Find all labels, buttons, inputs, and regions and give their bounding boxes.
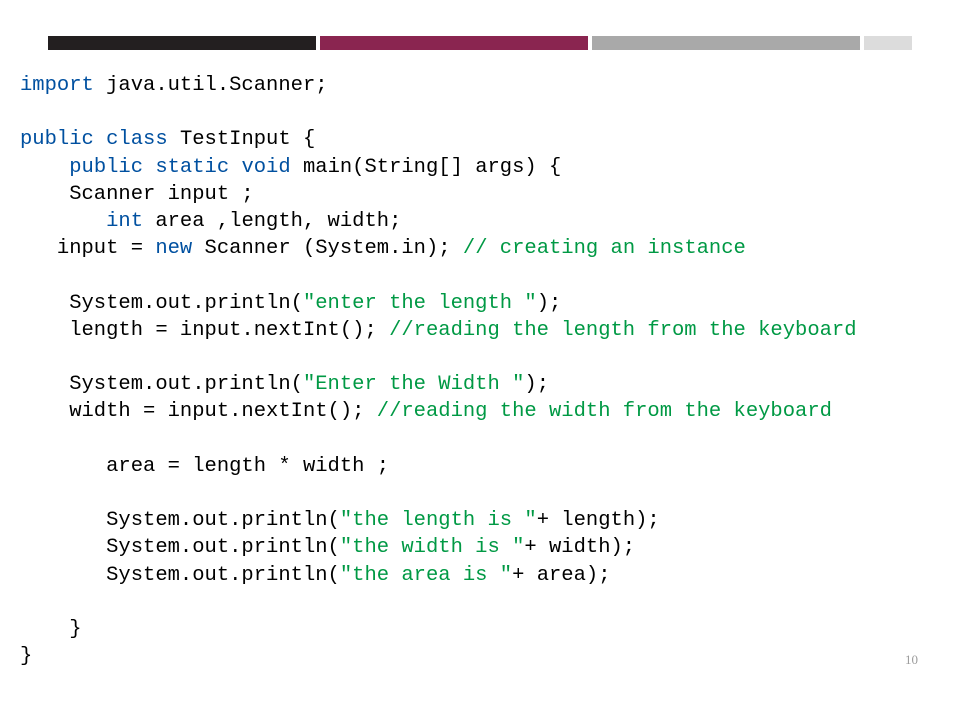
decor-bar-grey: [592, 36, 860, 50]
indent: [20, 210, 106, 233]
read-length: length = input.nextInt();: [20, 319, 389, 342]
decor-bar-maroon: [320, 36, 588, 50]
page-number: 10: [905, 652, 918, 668]
println-a: System.out.println(: [20, 373, 303, 396]
println-a: System.out.println(: [20, 536, 340, 559]
str-area-is: "the area is ": [340, 564, 512, 587]
decor-bar-light: [864, 36, 912, 50]
code-block: import java.util.Scanner; public class T…: [20, 72, 857, 670]
read-width: width = input.nextInt();: [20, 400, 377, 423]
kw-public-class: public class: [20, 128, 180, 151]
println-a: System.out.println(: [20, 509, 340, 532]
txt: java.util.Scanner;: [94, 74, 328, 97]
line-scanner-decl: Scanner input ;: [20, 183, 254, 206]
calc-area: area = length * width ;: [20, 455, 389, 478]
println-a: System.out.println(: [20, 564, 340, 587]
println-b: + width);: [524, 536, 635, 559]
kw-new: new: [155, 237, 192, 260]
str-width-is: "the width is ": [340, 536, 525, 559]
comment-instance: // creating an instance: [463, 237, 746, 260]
str-enter-width: "Enter the Width ": [303, 373, 524, 396]
var-decl: area ,length, width;: [143, 210, 401, 233]
kw-psv: public static void: [69, 156, 303, 179]
str-length-is: "the length is ": [340, 509, 537, 532]
println-b: );: [537, 292, 562, 315]
input-assign-b: Scanner (System.in);: [192, 237, 463, 260]
close-brace-outer: }: [20, 645, 32, 668]
input-assign-a: input =: [20, 237, 155, 260]
class-name: TestInput {: [180, 128, 315, 151]
decor-bar-dark: [48, 36, 316, 50]
indent: [20, 156, 69, 179]
close-brace-inner: }: [20, 618, 82, 641]
println-b: + area);: [512, 564, 610, 587]
str-enter-length: "enter the length ": [303, 292, 537, 315]
main-sig: main(String[] args) {: [303, 156, 561, 179]
comment-read-width: //reading the width from the keyboard: [377, 400, 832, 423]
println-b: + length);: [537, 509, 660, 532]
kw-import: import: [20, 74, 94, 97]
kw-int: int: [106, 210, 143, 233]
println-a: System.out.println(: [20, 292, 303, 315]
comment-read-length: //reading the length from the keyboard: [389, 319, 856, 342]
println-b: );: [524, 373, 549, 396]
